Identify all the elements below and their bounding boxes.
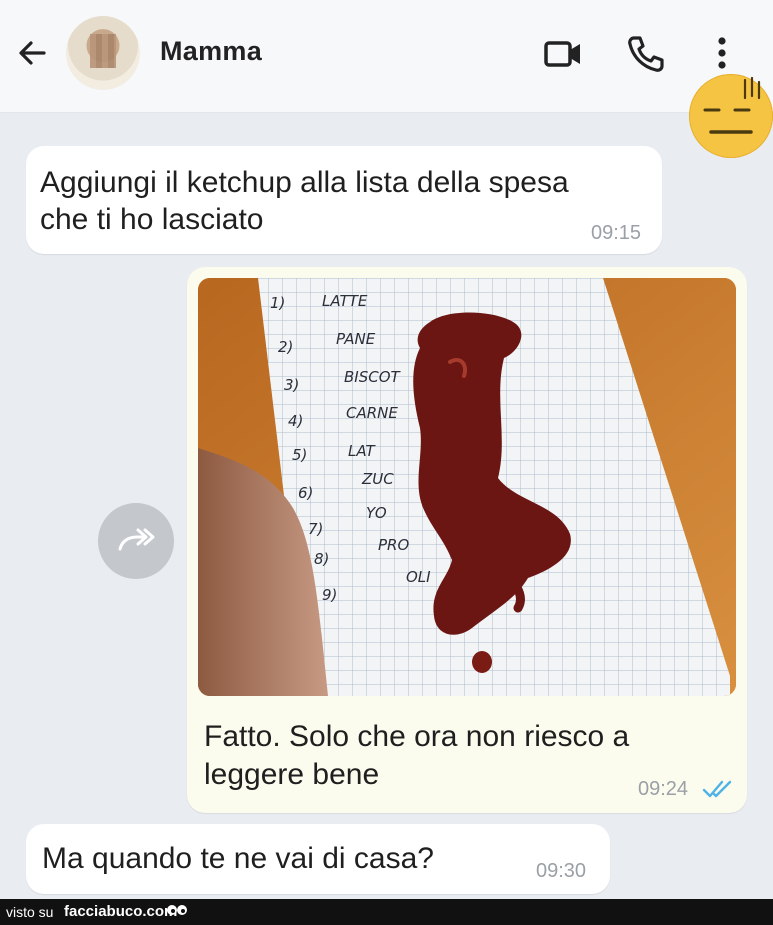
avatar[interactable] bbox=[66, 16, 140, 90]
list-number: 6) bbox=[298, 484, 313, 502]
contact-name[interactable]: Mamma bbox=[160, 36, 262, 67]
eyes-logo-icon bbox=[167, 905, 187, 915]
avatar-blur bbox=[90, 34, 116, 68]
list-number: 3) bbox=[284, 376, 299, 394]
list-item: ZUC bbox=[361, 470, 394, 488]
ketchup-shopping-list-image: 1) LATTE 2) PANE 3) BISCOT 4) CARNE 5) L… bbox=[198, 278, 736, 696]
message-timestamp: 09:30 bbox=[536, 860, 587, 882]
forward-button[interactable] bbox=[98, 503, 174, 579]
list-item: LATTE bbox=[322, 292, 368, 310]
list-item: PRO bbox=[378, 536, 409, 554]
chat-header: Mamma bbox=[0, 0, 773, 113]
list-item: LAT bbox=[348, 442, 377, 460]
list-number: 2) bbox=[278, 338, 293, 356]
message-text-line: che ti ho lasciato bbox=[40, 203, 264, 236]
list-number: 5) bbox=[292, 446, 307, 464]
message-timestamp: 09:24 bbox=[638, 778, 689, 800]
list-item: YO bbox=[366, 504, 387, 522]
message-text-line: Ma quando te ne vai di casa? bbox=[42, 842, 434, 875]
list-item: BISCOT bbox=[344, 368, 402, 386]
list-item: OLI bbox=[406, 568, 431, 586]
list-number: 1) bbox=[270, 294, 285, 312]
message-text-line: Fatto. Solo che ora non riesco a bbox=[204, 720, 630, 753]
watermark-site: facciabuco.com bbox=[64, 903, 178, 920]
more-options-icon[interactable] bbox=[712, 34, 732, 74]
neutral-face-emoji bbox=[689, 74, 773, 158]
list-number: 4) bbox=[288, 412, 303, 430]
message-bubble-incoming[interactable]: Aggiungi il ketchup alla lista della spe… bbox=[26, 146, 662, 254]
shared-photo[interactable]: 1) LATTE 2) PANE 3) BISCOT 4) CARNE 5) L… bbox=[198, 278, 736, 696]
message-bubble-incoming[interactable]: Ma quando te ne vai di casa? 09:30 bbox=[26, 824, 610, 894]
read-double-check-icon bbox=[702, 780, 732, 798]
list-item: CARNE bbox=[346, 404, 398, 422]
back-arrow-icon[interactable] bbox=[14, 34, 52, 72]
forward-icon bbox=[118, 528, 155, 551]
message-timestamp: 09:15 bbox=[591, 222, 642, 244]
message-text-line: Aggiungi il ketchup alla lista della spe… bbox=[40, 166, 569, 199]
list-item: PANE bbox=[336, 330, 376, 348]
watermark-prefix: visto su bbox=[6, 904, 54, 920]
list-number: 8) bbox=[314, 550, 329, 568]
list-number: 9) bbox=[322, 586, 337, 604]
voice-call-icon[interactable] bbox=[626, 34, 666, 74]
watermark-bar: visto su facciabuco.com bbox=[0, 899, 773, 925]
message-text-line: leggere bene bbox=[204, 758, 380, 791]
list-number: 7) bbox=[308, 520, 323, 538]
video-call-icon[interactable] bbox=[543, 34, 583, 74]
